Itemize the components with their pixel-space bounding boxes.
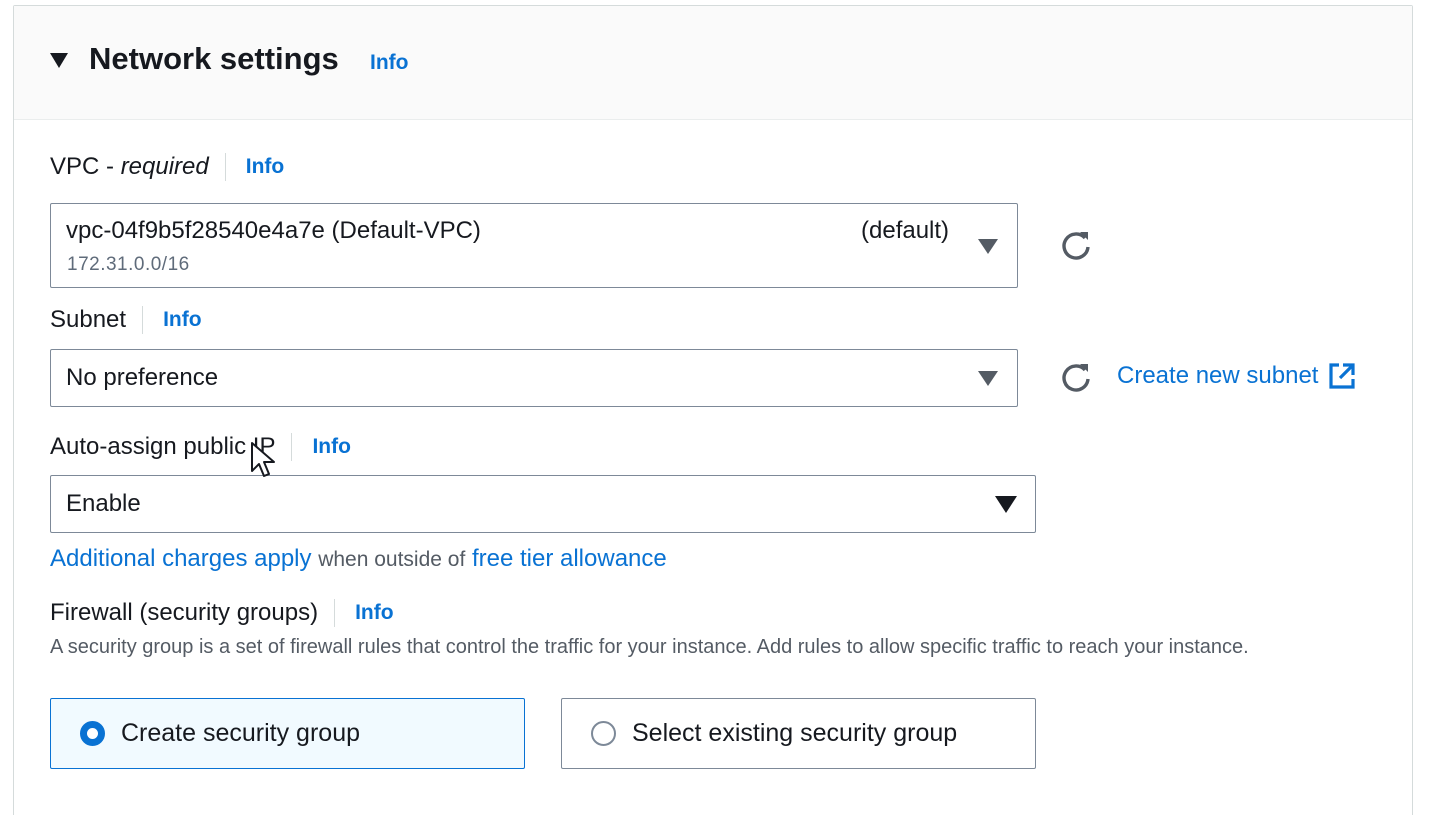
vpc-value: vpc-04f9b5f28540e4a7e (Default-VPC) [66, 217, 481, 244]
panel-header: Network settings Info [14, 6, 1412, 120]
auto-assign-ip-value: Enable [66, 490, 141, 517]
auto-assign-ip-select[interactable]: Enable [50, 475, 1036, 533]
subnet-select[interactable]: No preference [50, 349, 1018, 407]
divider [291, 433, 293, 461]
create-new-subnet-link[interactable]: Create new subnet [1117, 362, 1356, 390]
refresh-icon[interactable] [1059, 228, 1093, 262]
auto-assign-ip-label-row: Auto-assign public IP Info [50, 433, 351, 461]
additional-charges-link[interactable]: Additional charges apply [50, 545, 312, 572]
firewall-label: Firewall (security groups) [50, 599, 319, 626]
create-security-group-tile[interactable]: Create security group [50, 698, 525, 769]
section-info-link[interactable]: Info [370, 51, 408, 75]
section-title[interactable]: Network settings [89, 41, 339, 77]
auto-assign-ip-info-link[interactable]: Info [312, 435, 350, 459]
vpc-label: VPC - required [50, 153, 209, 180]
auto-assign-ip-label: Auto-assign public IP [50, 433, 276, 460]
dropdown-triangle-icon [995, 496, 1017, 513]
firewall-info-link[interactable]: Info [355, 601, 393, 625]
create-security-group-label: Create security group [121, 719, 361, 747]
firewall-label-row: Firewall (security groups) Info [50, 599, 394, 627]
charges-note: Additional charges apply when outside of… [50, 545, 667, 573]
select-existing-security-group-label: Select existing security group [632, 719, 958, 747]
vpc-cidr: 172.31.0.0/16 [67, 254, 190, 275]
divider [142, 306, 144, 334]
create-new-subnet-label[interactable]: Create new subnet [1117, 362, 1318, 390]
vpc-label-row: VPC - required Info [50, 153, 284, 181]
dropdown-triangle-icon [978, 239, 998, 254]
dropdown-triangle-icon [978, 371, 998, 386]
external-link-icon [1329, 363, 1356, 389]
vpc-default-tag: (default) [861, 217, 950, 244]
divider [224, 153, 226, 181]
radio-unselected[interactable] [591, 721, 616, 746]
select-existing-security-group-tile[interactable]: Select existing security group [561, 698, 1036, 769]
subnet-info-link[interactable]: Info [163, 308, 201, 332]
charges-text: when outside of [318, 548, 466, 571]
subnet-label-row: Subnet Info [50, 306, 202, 334]
network-settings-panel: Network settings Info [13, 5, 1413, 815]
subnet-label: Subnet [50, 306, 127, 333]
firewall-description: A security group is a set of firewall ru… [50, 636, 1249, 658]
vpc-select[interactable]: vpc-04f9b5f28540e4a7e (Default-VPC) 172.… [50, 203, 1018, 288]
free-tier-link[interactable]: free tier allowance [472, 545, 667, 572]
vpc-info-link[interactable]: Info [246, 155, 284, 179]
subnet-value: No preference [66, 364, 219, 391]
refresh-icon[interactable] [1059, 360, 1093, 394]
radio-selected[interactable] [80, 721, 105, 746]
caret-down-icon[interactable] [50, 53, 68, 68]
divider [334, 599, 336, 627]
